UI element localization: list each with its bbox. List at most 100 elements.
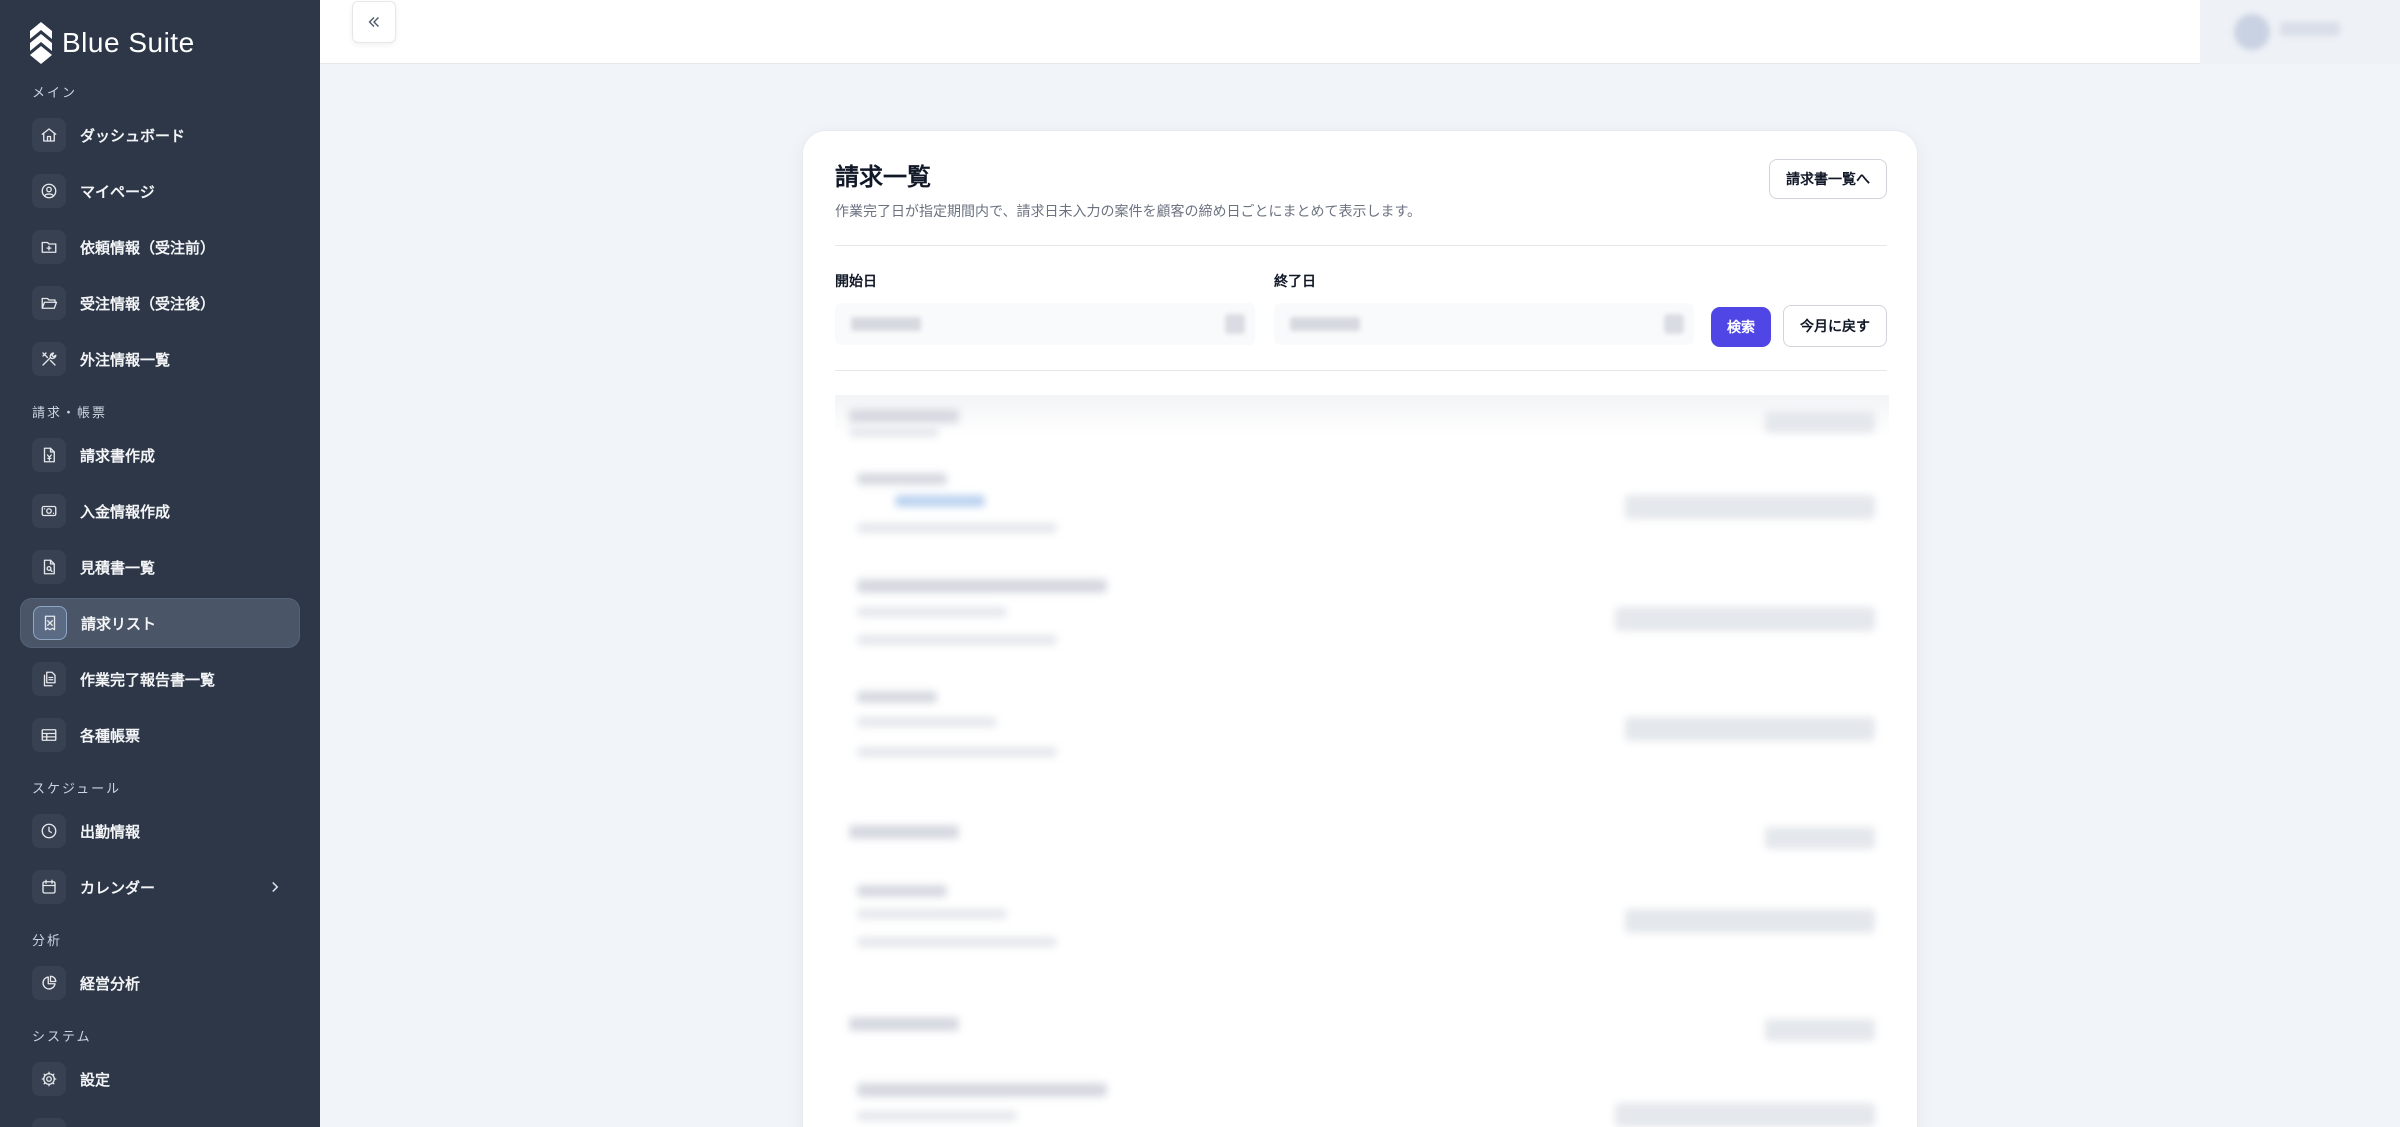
- sidebar-item-quotes[interactable]: 見積書一覧: [20, 542, 300, 592]
- sidebar-item-label: 各種帳票: [80, 726, 141, 745]
- calendar-icon[interactable]: [1225, 314, 1245, 334]
- receipt-icon: [33, 606, 67, 640]
- start-date-label: 開始日: [835, 274, 877, 290]
- sidebar-item-label: 入金情報作成: [80, 502, 171, 521]
- section-label-system: システム: [32, 1029, 92, 1045]
- sidebar-item-reports[interactable]: 作業完了報告書一覧: [20, 654, 300, 704]
- sidebar-item-create-invoice[interactable]: 請求書作成: [20, 430, 300, 480]
- divider: [835, 245, 1887, 246]
- start-date-input[interactable]: [835, 303, 1255, 345]
- redacted-block: [1625, 909, 1875, 933]
- sidebar-item-forms[interactable]: 各種帳票: [20, 710, 300, 760]
- redacted-block: [857, 579, 1107, 593]
- table-icon: [32, 718, 66, 752]
- redacted-block: [1765, 411, 1875, 433]
- start-date-value-redacted: [851, 317, 921, 331]
- reset-to-this-month-button[interactable]: 今月に戻す: [1783, 305, 1887, 347]
- sidebar-item-label: 見積書一覧: [80, 558, 156, 577]
- divider: [835, 370, 1887, 371]
- calendar-icon: [32, 870, 66, 904]
- sidebar-item-label: マイページ: [80, 182, 155, 201]
- chevrons-left-icon: [368, 17, 379, 27]
- avatar: [2234, 14, 2270, 50]
- end-date-label: 終了日: [1274, 274, 1316, 290]
- redacted-block: [849, 825, 959, 839]
- sidebar-item-settings[interactable]: 設定: [20, 1054, 300, 1104]
- sidebar-item-outsourcing[interactable]: 外注情報一覧: [20, 334, 300, 384]
- redacted-block: [1615, 607, 1875, 631]
- logo-mark-icon: [30, 22, 52, 64]
- sidebar-item-label: ダッシュボード: [80, 126, 186, 145]
- redacted-block: [1765, 1019, 1875, 1041]
- sidebar-item-label: 経営分析: [80, 974, 141, 993]
- redacted-block: [895, 495, 985, 507]
- sidebar-item-attendance[interactable]: 出勤情報: [20, 806, 300, 856]
- invoice-list-button[interactable]: 請求書一覧へ: [1769, 159, 1887, 199]
- file-quote-icon: [32, 550, 66, 584]
- user-name-redacted: [2280, 22, 2340, 36]
- sidebar-item-calendar[interactable]: カレンダー: [20, 862, 300, 912]
- redacted-block: [857, 885, 947, 897]
- redacted-block: [857, 909, 1007, 919]
- section-label-schedule: スケジュール: [32, 781, 122, 797]
- redacted-block: [857, 747, 1057, 757]
- redacted-block: [849, 409, 959, 423]
- redacted-block: [857, 1083, 1107, 1097]
- sidebar-item-requests[interactable]: 依頼情報（受注前）: [20, 222, 300, 272]
- section-label-main: メイン: [32, 85, 78, 101]
- redacted-block: [1765, 827, 1875, 849]
- sidebar: Blue Suite メイン ダッシュボード マイページ 依頼情報（受注前） 受…: [0, 0, 320, 1127]
- sidebar-item-analysis[interactable]: 経営分析: [20, 958, 300, 1008]
- file-yen-icon: [32, 438, 66, 472]
- sidebar-item-label: 設定: [80, 1070, 111, 1089]
- billing-list-card: 請求一覧 作業完了日が指定期間内で、請求日未入力の案件を顧客の締め日ごとにまとめ…: [802, 130, 1918, 1127]
- sidebar-item-label: 請求書作成: [80, 446, 156, 465]
- redacted-block: [857, 937, 1057, 947]
- sidebar-item-more[interactable]: [20, 1110, 300, 1127]
- calendar-icon[interactable]: [1664, 314, 1684, 334]
- chevron-right-icon[interactable]: [266, 878, 284, 896]
- sidebar-item-label: カレンダー: [80, 878, 156, 897]
- more-icon: [32, 1118, 66, 1127]
- pie-chart-icon: [32, 966, 66, 1000]
- end-date-value-redacted: [1290, 317, 1360, 331]
- redacted-block: [857, 635, 1057, 645]
- user-menu[interactable]: [2200, 0, 2400, 64]
- sidebar-item-orders[interactable]: 受注情報（受注後）: [20, 278, 300, 328]
- page-title: 請求一覧: [835, 163, 931, 191]
- redacted-block: [857, 1111, 1017, 1121]
- gear-icon: [32, 1062, 66, 1096]
- redacted-block: [857, 473, 947, 485]
- redacted-block: [1625, 495, 1875, 519]
- sidebar-item-label: 依頼情報（受注前）: [80, 238, 216, 257]
- sidebar-item-mypage[interactable]: マイページ: [20, 166, 300, 216]
- redacted-block: [1625, 717, 1875, 741]
- sidebar-item-dashboard[interactable]: ダッシュボード: [20, 110, 300, 160]
- collapse-sidebar-button[interactable]: [352, 1, 396, 43]
- redacted-block: [857, 717, 997, 727]
- clock-icon: [32, 814, 66, 848]
- end-date-input[interactable]: [1274, 303, 1694, 345]
- sidebar-nav: メイン ダッシュボード マイページ 依頼情報（受注前） 受注情報（受注後） 外注…: [0, 72, 320, 1127]
- sidebar-item-payment[interactable]: 入金情報作成: [20, 486, 300, 536]
- redacted-block: [857, 691, 937, 703]
- search-button[interactable]: 検索: [1711, 307, 1771, 347]
- folder-open-icon: [32, 286, 66, 320]
- sidebar-item-label: 作業完了報告書一覧: [80, 670, 216, 689]
- app-logo[interactable]: Blue Suite: [30, 22, 195, 64]
- home-icon: [32, 118, 66, 152]
- section-label-billing: 請求・帳票: [32, 405, 108, 421]
- sidebar-item-billing-list[interactable]: 請求リスト: [20, 598, 300, 648]
- user-circle-icon: [32, 174, 66, 208]
- sidebar-item-label: 出勤情報: [80, 822, 141, 841]
- page-description: 作業完了日が指定期間内で、請求日未入力の案件を顧客の締め日ごとにまとめて表示しま…: [835, 204, 1422, 220]
- section-label-analysis: 分析: [32, 933, 63, 949]
- money-icon: [32, 494, 66, 528]
- redacted-block: [857, 607, 1007, 617]
- app-name: Blue Suite: [62, 27, 195, 58]
- tools-icon: [32, 342, 66, 376]
- redacted-block: [857, 523, 1057, 533]
- folder-plus-icon: [32, 230, 66, 264]
- files-icon: [32, 662, 66, 696]
- redacted-block: [1615, 1103, 1875, 1127]
